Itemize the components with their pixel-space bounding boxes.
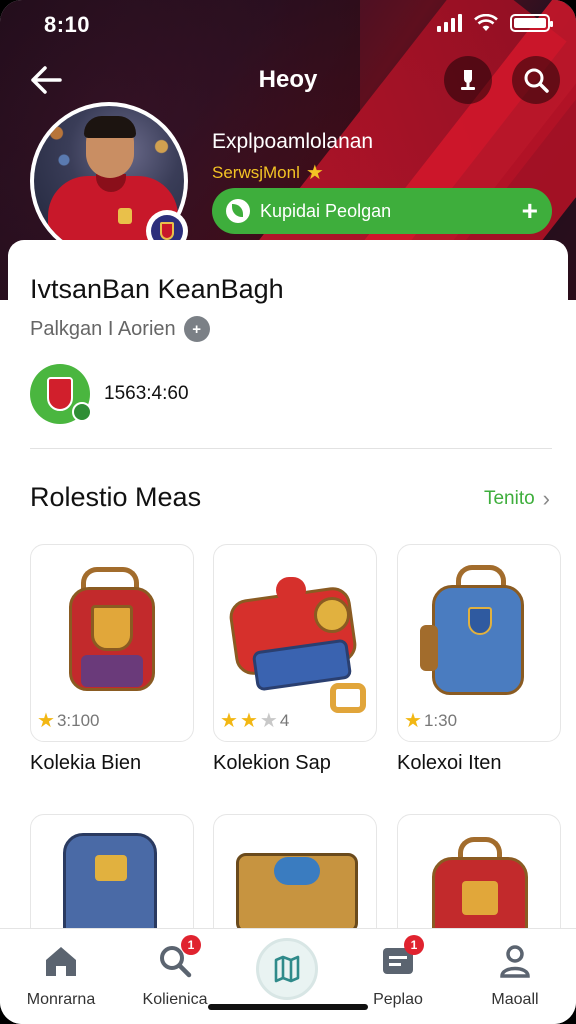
leaf-icon bbox=[226, 199, 250, 223]
divider bbox=[30, 448, 552, 449]
home-indicator bbox=[208, 1004, 368, 1010]
rating-value: 1:30 bbox=[423, 710, 458, 730]
club-value: 1563:4:60 bbox=[104, 383, 189, 404]
plus-icon: + bbox=[521, 195, 538, 226]
status-bar: 8:10 bbox=[0, 0, 576, 52]
item-rating: ★ 3:100 bbox=[37, 708, 99, 733]
map-button[interactable] bbox=[256, 938, 318, 1000]
nav-bar: Heoy bbox=[0, 52, 576, 108]
item-image: ★ 1:30 bbox=[397, 544, 561, 742]
club-row[interactable]: 1563:4:60 bbox=[30, 364, 189, 424]
tab-home-label: Monrarna bbox=[26, 991, 96, 1008]
wifi-icon bbox=[474, 14, 498, 31]
chevron-right-icon: › bbox=[542, 486, 550, 511]
tab-profile-label: Maoall bbox=[491, 991, 539, 1008]
item-image: ★ 3:100 bbox=[30, 544, 194, 742]
status-time: 8:10 bbox=[44, 12, 91, 37]
section-title: Rolestio Meas bbox=[30, 482, 202, 512]
profile-title: Explpoamlolanan bbox=[212, 130, 374, 153]
collection-item[interactable]: ★ 1:30 Kolexoi Iten bbox=[397, 544, 561, 775]
profile-subtitle: SerwsjMonl ★ bbox=[212, 160, 324, 185]
tab-search[interactable]: 1 Kolienica bbox=[120, 935, 230, 1009]
search-icon bbox=[524, 68, 549, 93]
see-all-link[interactable]: Tenito › bbox=[484, 486, 550, 512]
add-follow-label: Kupidai Peolgan bbox=[260, 200, 392, 221]
battery-icon bbox=[510, 14, 553, 32]
app-screen: 8:10 Heoy Explpoamlolanan SerwsjMonl ★ K… bbox=[0, 0, 576, 1024]
collection-item[interactable]: ★ ★ ★ 4 Kolekion Sap bbox=[213, 544, 377, 775]
trophy-icon bbox=[461, 70, 475, 90]
tab-profile[interactable]: Maoall bbox=[460, 941, 570, 1009]
star-icon: ★ bbox=[305, 162, 324, 184]
star-icon: ★ bbox=[220, 710, 238, 732]
tab-home[interactable]: Monrarna bbox=[6, 941, 116, 1009]
star-icon: ★ bbox=[404, 710, 422, 732]
see-all-label: Tenito bbox=[483, 488, 535, 509]
star-empty-icon: ★ bbox=[259, 710, 278, 732]
notification-badge: 1 bbox=[404, 935, 424, 955]
profile-location: Palkgan I Aorien + bbox=[30, 316, 210, 342]
home-icon bbox=[46, 947, 76, 976]
profile-icon bbox=[500, 945, 530, 978]
item-name: Kolekion Sap bbox=[213, 752, 331, 774]
notification-badge: 1 bbox=[181, 935, 201, 955]
item-name: Kolekia Bien bbox=[30, 752, 142, 774]
profile-name: IvtsanBan KeanBagh bbox=[30, 274, 284, 304]
add-follow-button[interactable]: Kupidai Peolgan + bbox=[212, 188, 552, 234]
star-icon: ★ bbox=[37, 710, 55, 732]
signal-icon bbox=[437, 14, 462, 32]
location-text: Palkgan I Aorien bbox=[30, 317, 176, 340]
item-rating: ★ 1:30 bbox=[404, 708, 457, 733]
map-icon bbox=[274, 955, 300, 983]
star-icon: ★ bbox=[239, 710, 258, 732]
share-button[interactable] bbox=[444, 56, 492, 104]
rating-value: 4 bbox=[279, 710, 290, 730]
club-logo-icon bbox=[30, 364, 92, 424]
item-rating: ★ ★ ★ 4 bbox=[220, 708, 289, 733]
location-pin-icon[interactable]: + bbox=[183, 316, 210, 342]
rating-value: 3:100 bbox=[56, 710, 100, 730]
item-image: ★ ★ ★ 4 bbox=[213, 544, 377, 742]
item-name: Kolexoi Iten bbox=[397, 752, 502, 774]
collection-item[interactable]: ★ 3:100 Kolekia Bien bbox=[30, 544, 194, 775]
search-button[interactable] bbox=[512, 56, 560, 104]
tab-inbox[interactable]: 1 Peplao bbox=[343, 935, 453, 1009]
profile-subtitle-text: SerwsjMonl bbox=[212, 162, 300, 182]
